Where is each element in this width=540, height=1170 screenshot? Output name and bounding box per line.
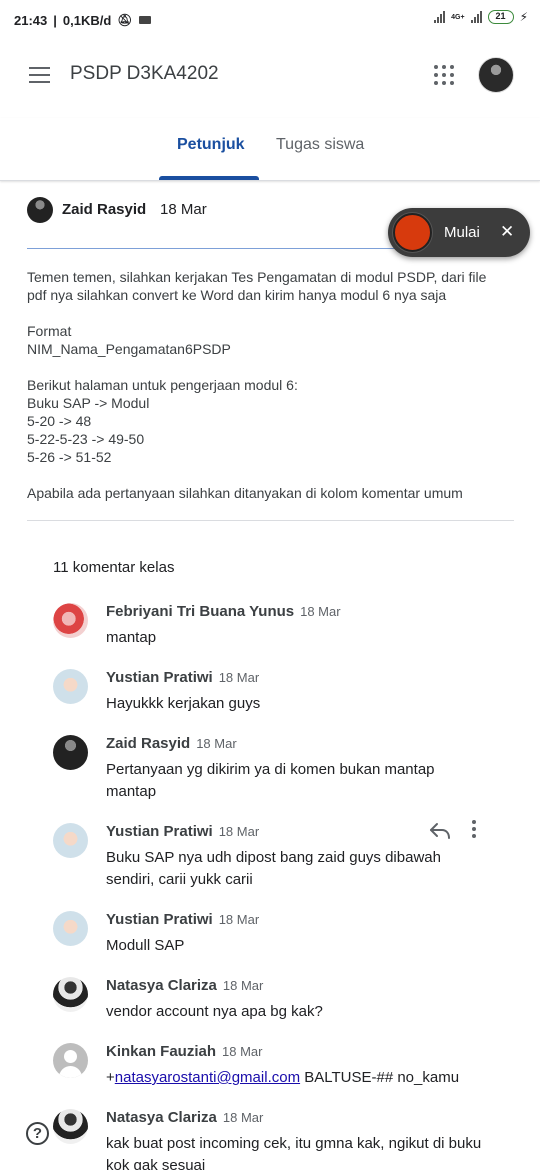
comment-author: Febriyani Tri Buana Yunus: [106, 603, 295, 620]
post-paragraph: Temen temen, silahkan kerjakan Tes Penga…: [27, 269, 487, 303]
tab-bar: Petunjuk Tugas siswa: [0, 118, 540, 181]
comment-author: Yustian Pratiwi: [106, 669, 213, 686]
avatar: [53, 911, 88, 946]
post-closing: Apabila ada pertanyaan silahkan ditanyak…: [27, 485, 463, 501]
comment-date: 18 Mar: [218, 912, 260, 927]
help-icon[interactable]: ?: [26, 1122, 49, 1145]
signal-icon-2: [470, 11, 482, 23]
comment-text: Buku SAP nya udh dipost bang zaid guys d…: [106, 849, 441, 888]
comment-text-suffix: BALTUSE-## no_kamu: [300, 1069, 460, 1086]
more-vert-icon[interactable]: [470, 820, 478, 840]
comment-author: Yustian Pratiwi: [106, 823, 213, 840]
reply-icon[interactable]: [428, 820, 452, 840]
comment-date: 18 Mar: [222, 1044, 263, 1059]
tab-tugas-siswa[interactable]: Tugas siswa: [276, 136, 364, 154]
menu-icon[interactable]: [29, 67, 50, 83]
comment-date: 18 Mar: [222, 978, 264, 993]
comment-author: Kinkan Fauziah: [106, 1043, 217, 1060]
status-speed: 0,1KB/d: [62, 12, 112, 28]
comment-text-prefix: +: [106, 1069, 115, 1086]
avatar: [53, 603, 88, 638]
close-icon[interactable]: ✕: [500, 222, 514, 242]
post-pages-line: 5-22-5-23 -> 49-50: [27, 431, 145, 447]
avatar: [53, 823, 88, 858]
post-pages-line: Buku SAP -> Modul: [27, 395, 150, 411]
comments-count[interactable]: 11 komentar kelas: [53, 559, 174, 576]
mute-icon: 🔕︎: [117, 13, 133, 27]
comment-author: Natasya Clariza: [106, 977, 217, 994]
app-bar: PSDP D3KA4202: [0, 40, 540, 110]
comment-date: 18 Mar: [196, 736, 237, 751]
network-type: 4G+: [451, 13, 465, 21]
comment-text: mantap: [106, 629, 157, 646]
signal-icon: [434, 11, 446, 23]
comment-text: kak buat post incoming cek, itu gmna kak…: [106, 1135, 482, 1170]
status-bar: 21:43 | 0,1KB/d 🔕︎ 4G+ 21 ⚡︎: [0, 0, 540, 40]
comment-date: 18 Mar: [218, 670, 260, 685]
charging-icon: ⚡︎: [519, 10, 528, 24]
comment-text: +natasyarostanti@gmail.com BALTUSE-## no…: [106, 1067, 486, 1089]
avatar: [53, 735, 88, 770]
apps-grid-icon[interactable]: [434, 65, 454, 85]
post-body: Temen temen, silahkan kerjakan Tes Penga…: [27, 268, 507, 502]
post-format-value: NIM_Nama_Pengamatan6PSDP: [27, 341, 231, 357]
class-title: PSDP D3KA4202: [70, 63, 219, 84]
comment-text: Pertanyaan yg dikirim ya di komen bukan …: [106, 761, 435, 800]
avatar: [53, 977, 88, 1012]
post-divider: [27, 520, 514, 521]
account-avatar[interactable]: [478, 57, 514, 93]
comment-text: Modull SAP: [106, 937, 185, 954]
status-separator: |: [53, 12, 57, 28]
post-author: Zaid Rasyid: [62, 201, 147, 218]
post-pages-intro: Berikut halaman untuk pengerjaan modul 6…: [27, 377, 298, 393]
email-link[interactable]: natasyarostanti@gmail.com: [115, 1069, 300, 1086]
comment-author: Natasya Clariza: [106, 1109, 217, 1126]
comment-text: Hayukkk kerjakan guys: [106, 695, 261, 712]
comment-date: 18 Mar: [218, 824, 260, 839]
record-start-label[interactable]: Mulai: [444, 224, 480, 241]
avatar: [53, 669, 88, 704]
record-button[interactable]: [393, 213, 432, 252]
avatar: [53, 1109, 88, 1144]
avatar: [53, 1043, 88, 1078]
active-tab-indicator: [159, 176, 259, 180]
tab-petunjuk[interactable]: Petunjuk: [177, 136, 245, 154]
comment-author: Zaid Rasyid: [106, 735, 191, 752]
post-header-divider: [27, 248, 397, 249]
post-pages-line: 5-26 -> 51-52: [27, 449, 112, 465]
status-time: 21:43: [14, 12, 48, 28]
post-date: 18 Mar: [160, 201, 207, 218]
comment-date: 18 Mar: [222, 1110, 264, 1125]
comment-author: Yustian Pratiwi: [106, 911, 213, 928]
post-pages-line: 5-20 -> 48: [27, 413, 92, 429]
comment-date: 18 Mar: [300, 604, 341, 619]
screen-record-widget: Mulai ✕: [388, 208, 530, 257]
video-camera-icon: [138, 16, 151, 24]
comment-text: vendor account nya apa bg kak?: [106, 1003, 323, 1020]
battery-icon: 21: [487, 10, 514, 24]
post-author-avatar: [27, 197, 53, 223]
post-format-label: Format: [27, 323, 72, 339]
